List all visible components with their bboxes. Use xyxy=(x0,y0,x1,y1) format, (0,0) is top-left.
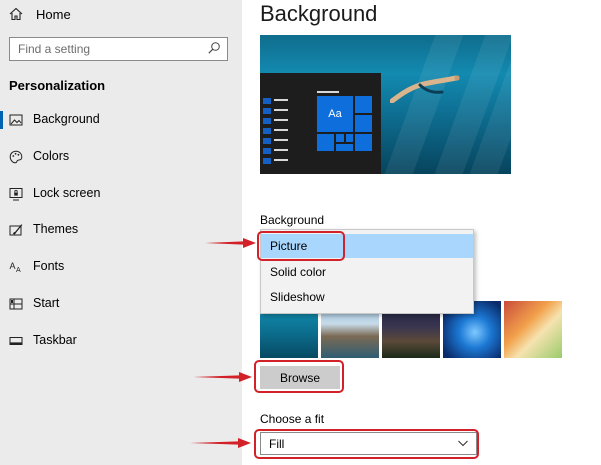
sidebar-item-label: Start xyxy=(33,296,60,310)
sidebar-item-taskbar[interactable]: Taskbar xyxy=(0,328,242,354)
picture-icon xyxy=(9,114,23,126)
page-title: Background xyxy=(260,1,378,26)
sidebar-item-fonts[interactable]: A A Fonts xyxy=(0,254,242,280)
sidebar-item-start[interactable]: Start xyxy=(0,291,242,317)
palette-icon xyxy=(9,150,23,164)
option-solid-color[interactable]: Solid color xyxy=(261,260,473,284)
sidebar-item-label: Taskbar xyxy=(33,333,77,347)
search-icon[interactable] xyxy=(207,41,221,55)
highlight-fit xyxy=(254,429,479,459)
start-menu-preview: Aa xyxy=(260,73,381,174)
highlight-picture xyxy=(257,231,345,261)
settings-sidebar: Home Personalization Background Colors L… xyxy=(0,0,242,465)
search-box[interactable] xyxy=(9,37,228,61)
home-link[interactable]: Home xyxy=(9,5,71,23)
taskbar-icon xyxy=(9,337,23,345)
sidebar-item-background[interactable]: Background xyxy=(0,107,242,133)
home-icon xyxy=(9,7,23,21)
fonts-icon: A A xyxy=(10,261,22,274)
swimmer-image xyxy=(390,75,460,103)
preview-tile: Aa xyxy=(317,96,353,132)
sidebar-item-colors[interactable]: Colors xyxy=(0,144,242,170)
recent-image-5[interactable] xyxy=(504,301,562,358)
lock-screen-icon xyxy=(9,188,23,201)
home-label: Home xyxy=(36,6,71,22)
sidebar-item-label: Fonts xyxy=(33,259,65,273)
svg-text:A: A xyxy=(16,267,21,274)
background-label: Background xyxy=(260,213,325,227)
sidebar-item-lock-screen[interactable]: Lock screen xyxy=(0,181,242,207)
themes-icon xyxy=(9,224,23,236)
arrow-icon xyxy=(205,238,256,248)
sidebar-item-label: Themes xyxy=(33,222,79,236)
arrow-icon xyxy=(193,372,252,382)
search-input[interactable] xyxy=(10,38,200,60)
sidebar-item-label: Lock screen xyxy=(33,186,101,200)
arrow-icon xyxy=(190,438,251,448)
section-title: Personalization xyxy=(9,78,106,93)
highlight-browse xyxy=(254,360,344,393)
svg-text:A: A xyxy=(10,261,16,271)
fit-label: Choose a fit xyxy=(260,412,325,426)
start-icon xyxy=(9,298,23,310)
sidebar-item-label: Background xyxy=(33,112,100,126)
sidebar-item-label: Colors xyxy=(33,149,70,163)
desktop-preview: Aa xyxy=(260,35,511,174)
option-slideshow[interactable]: Slideshow xyxy=(261,285,473,309)
